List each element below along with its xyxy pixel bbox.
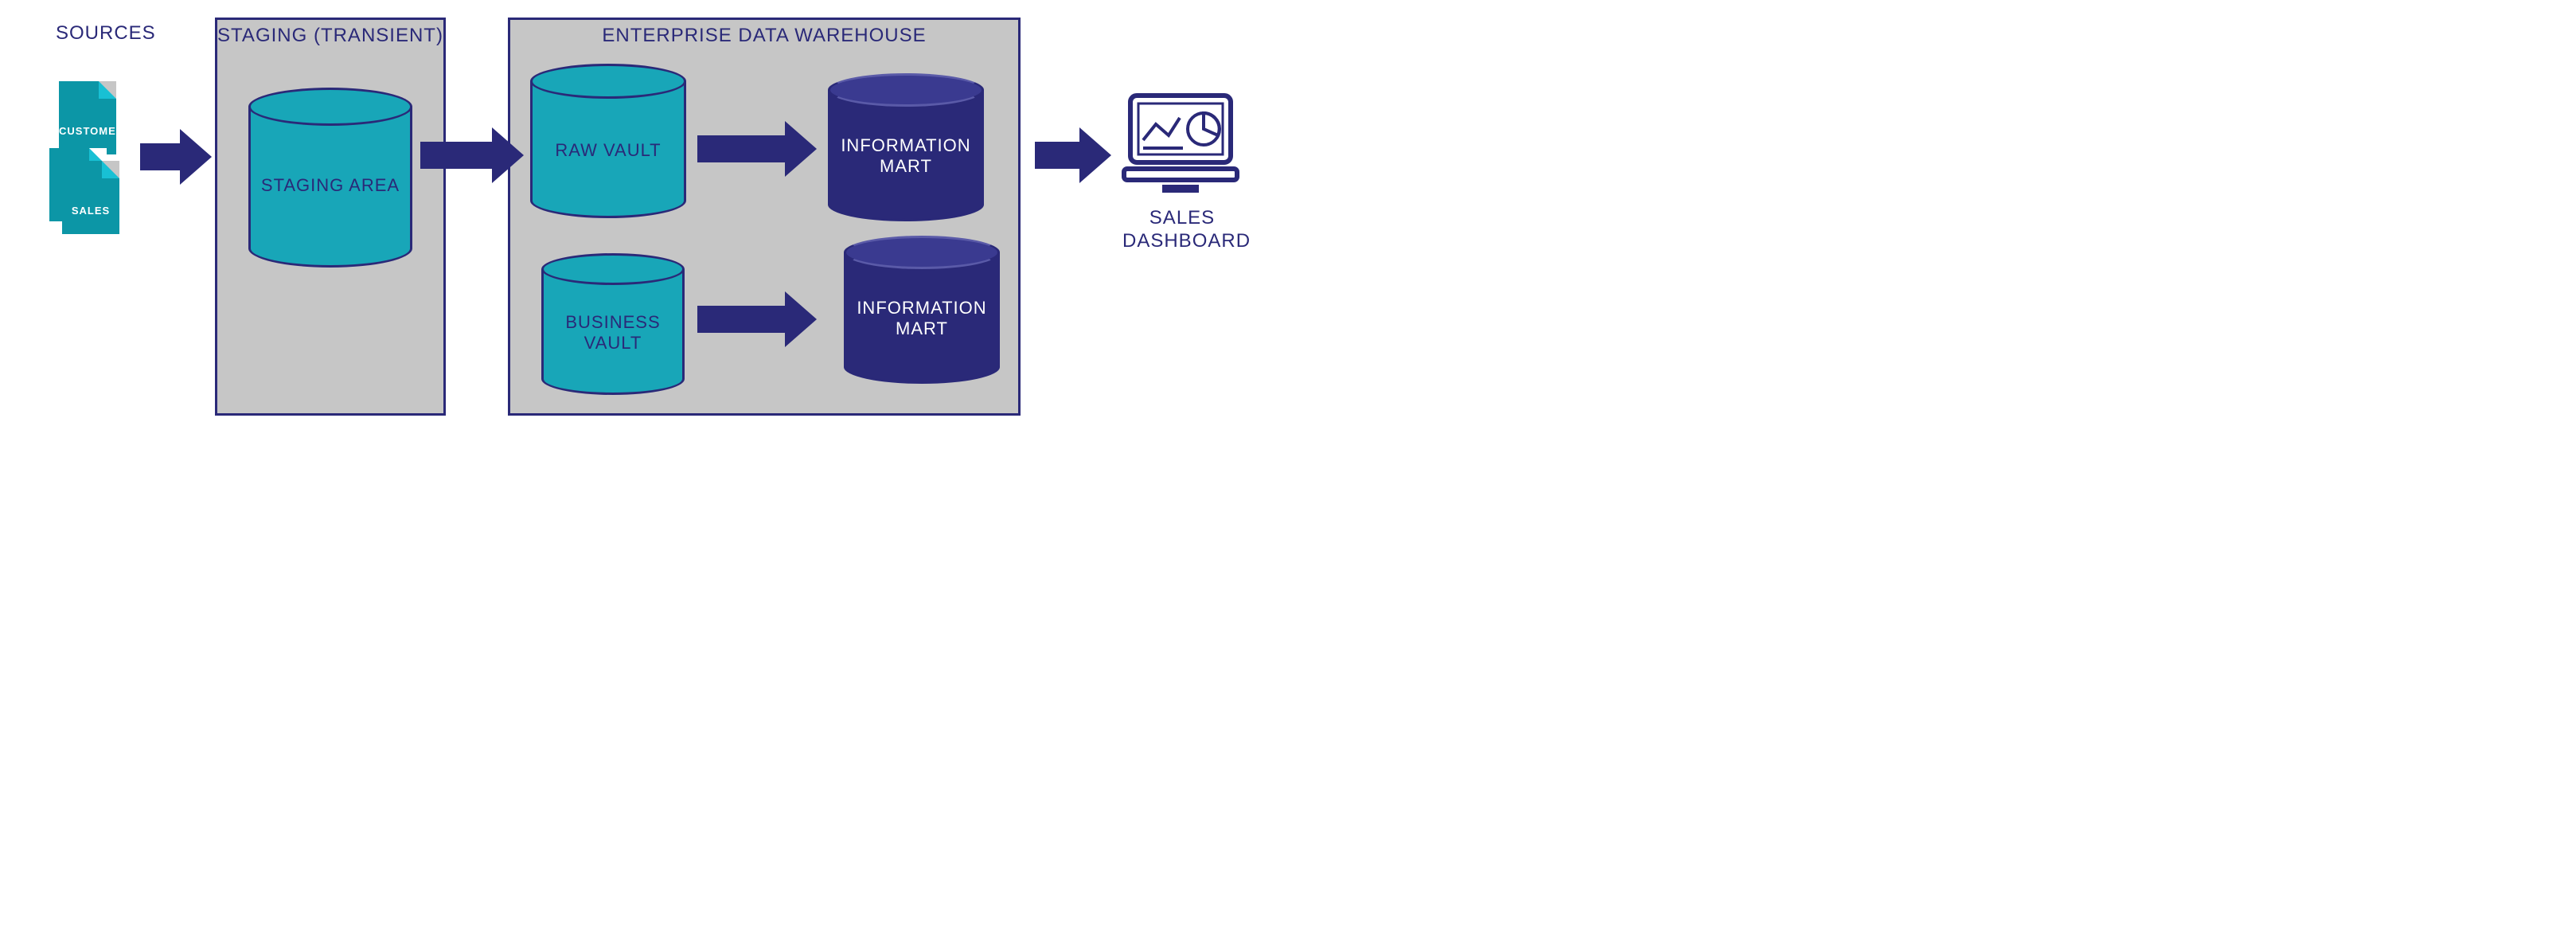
staging-area-cylinder: STAGING AREA bbox=[248, 88, 412, 268]
info-mart-1-label: INFORMATION MART bbox=[828, 135, 984, 178]
arrow-sources-to-staging bbox=[140, 129, 212, 185]
edw-title: ENTERPRISE DATA WAREHOUSE bbox=[510, 25, 1018, 47]
sales-doc-label: SALES bbox=[62, 205, 119, 217]
staging-title: STAGING (TRANSIENT) bbox=[217, 25, 443, 47]
arrow-edw-to-dashboard bbox=[1035, 127, 1111, 183]
raw-vault-label: RAW VAULT bbox=[530, 140, 686, 161]
business-vault-label: BUSINESS VAULT bbox=[541, 312, 685, 354]
staging-area-label: STAGING AREA bbox=[248, 175, 412, 196]
customer-doc-icon: CUSTOMER bbox=[59, 81, 116, 154]
business-vault-cylinder: BUSINESS VAULT bbox=[541, 253, 685, 397]
dashboard-icon bbox=[1121, 89, 1240, 201]
info-mart-2-cylinder: INFORMATION MART bbox=[844, 236, 1000, 384]
sources-title: SOURCES bbox=[56, 22, 156, 45]
info-mart-2-label: INFORMATION MART bbox=[844, 298, 1000, 340]
customer-doc-label: CUSTOMER bbox=[59, 125, 116, 137]
info-mart-1-cylinder: INFORMATION MART bbox=[828, 73, 984, 221]
arrow-staging-to-edw bbox=[420, 127, 524, 183]
dashboard-label: SALES DASHBOARD bbox=[1122, 207, 1242, 253]
diagram-canvas: SOURCES CUSTOMER SALES STAGING (TRANSIEN… bbox=[0, 0, 1288, 463]
arrow-raw-to-mart1 bbox=[697, 121, 817, 177]
raw-vault-cylinder: RAW VAULT bbox=[530, 64, 686, 220]
sales-doc-icon: SALES bbox=[62, 161, 119, 234]
arrow-business-to-mart2 bbox=[697, 291, 817, 347]
